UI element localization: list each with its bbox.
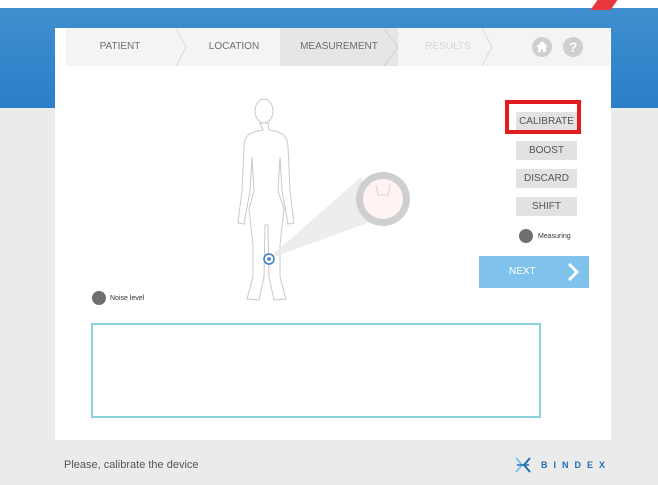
noise-level-label: Noise level — [110, 295, 145, 302]
body-figure — [237, 98, 410, 301]
calibrate-highlight — [505, 100, 581, 134]
boost-button[interactable]: BOOST — [516, 141, 577, 160]
brand-name: BINDEX — [541, 460, 612, 470]
step-separator-icon — [175, 28, 187, 66]
help-icon[interactable]: ? — [563, 37, 583, 57]
step-separator-icon — [481, 28, 493, 66]
next-button[interactable]: NEXT — [479, 256, 589, 288]
shift-button[interactable]: SHIFT — [516, 197, 577, 216]
chevron-right-icon — [567, 262, 580, 282]
step-measurement[interactable]: MEASUREMENT — [280, 28, 398, 66]
step-patient[interactable]: PATIENT — [66, 28, 174, 66]
measuring-label: Measuring — [538, 233, 571, 240]
home-icon[interactable] — [532, 37, 552, 57]
discard-button[interactable]: DISCARD — [516, 169, 577, 188]
wizard-nav: PATIENT LOCATION MEASUREMENT RESULTS ? — [66, 28, 610, 66]
next-label: NEXT — [509, 266, 536, 277]
step-separator-icon — [384, 28, 398, 66]
step-location[interactable]: LOCATION — [188, 28, 280, 66]
message-area[interactable] — [91, 323, 541, 418]
noise-level-indicator — [92, 291, 106, 305]
status-text: Please, calibrate the device — [64, 459, 199, 471]
bindex-logo-icon — [515, 457, 531, 473]
measuring-indicator — [519, 229, 533, 243]
measurement-point-icon[interactable] — [263, 253, 275, 265]
